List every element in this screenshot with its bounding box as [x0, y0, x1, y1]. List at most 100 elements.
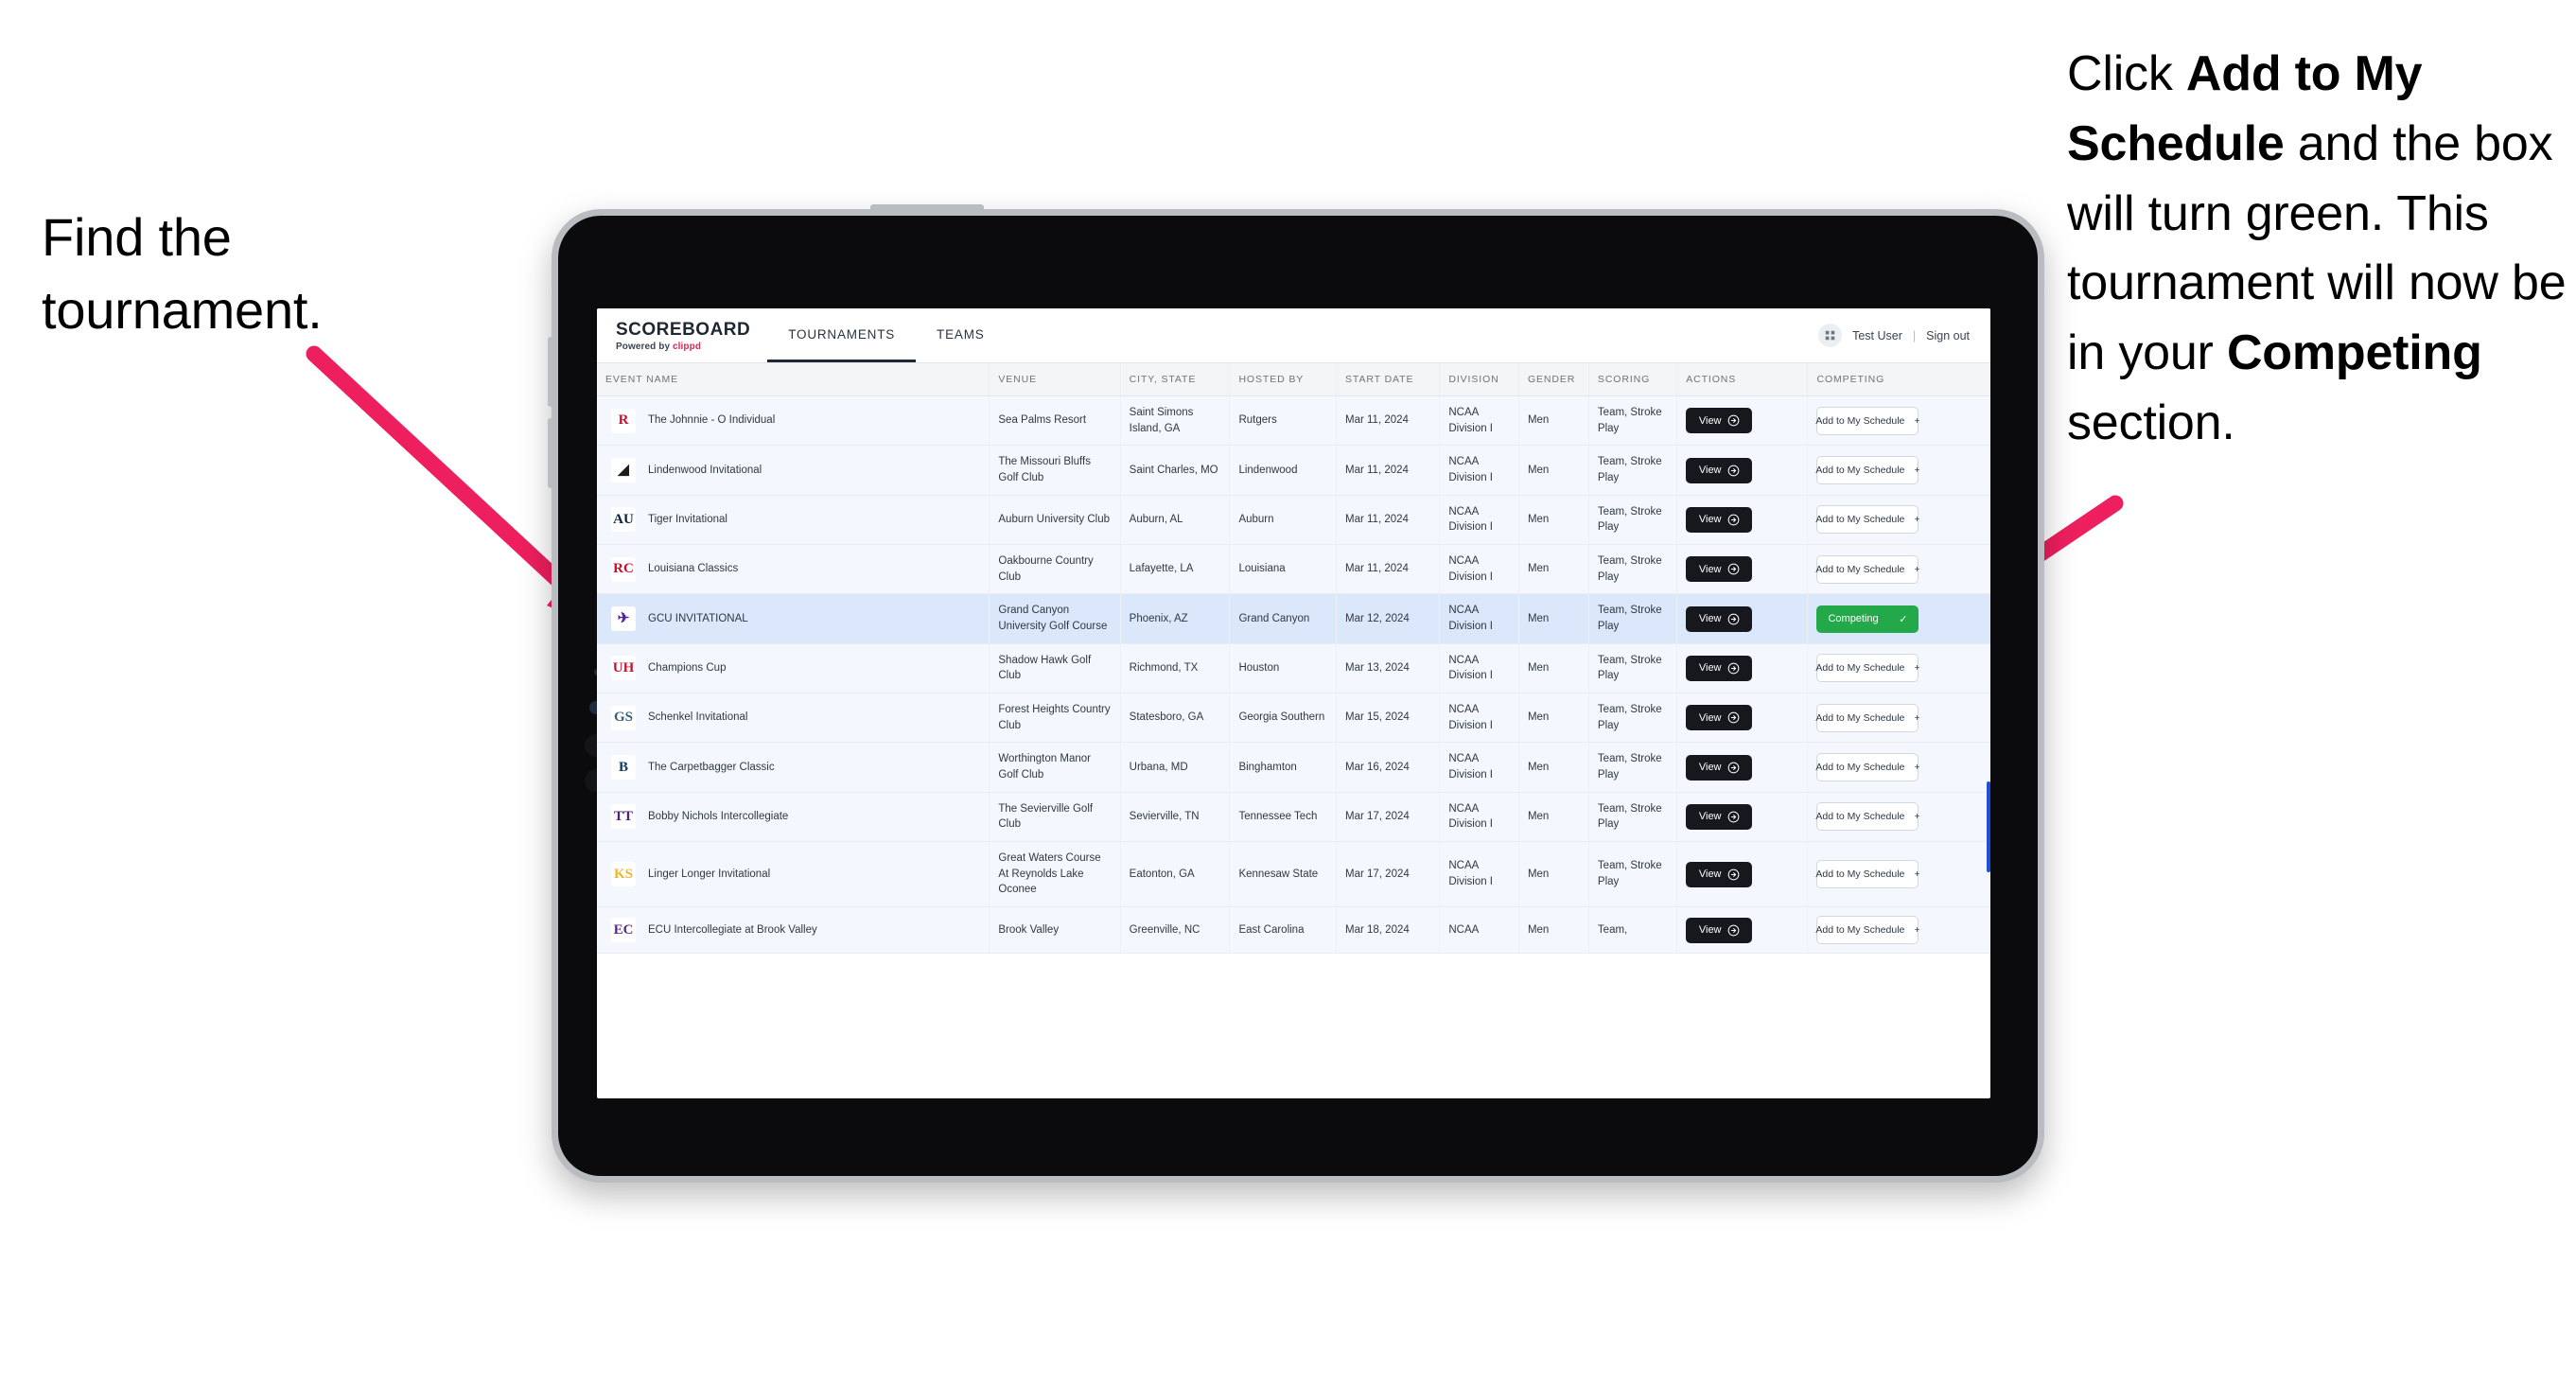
volume-up-button[interactable]: [548, 337, 553, 407]
column-header-competing[interactable]: COMPETING: [1807, 363, 1990, 396]
cell-event-name: ◢ Lindenwood Invitational: [597, 445, 990, 496]
add-to-my-schedule-label: Add to My Schedule: [1815, 868, 1905, 881]
cell-scoring: Team, Stroke Play: [1588, 445, 1678, 496]
column-header-venue[interactable]: VENUE: [989, 363, 1121, 396]
view-button-label: View: [1698, 711, 1722, 724]
table-row[interactable]: EC ECU Intercollegiate at Brook Valley Bro…: [597, 906, 1990, 955]
team-logo-icon: R: [611, 408, 636, 433]
column-header-actions[interactable]: ACTIONS: [1676, 363, 1809, 396]
annotation-right-part-0: Click: [2067, 46, 2186, 101]
cell-start-date: Mar 15, 2024: [1336, 693, 1441, 744]
arrow-right-circle-icon: [1727, 711, 1739, 724]
cell-competing: Add to My Schedule +: [1807, 643, 1990, 694]
plus-icon: +: [1914, 762, 1920, 774]
view-button[interactable]: View: [1686, 556, 1753, 583]
tab-teams[interactable]: TEAMS: [916, 308, 1006, 362]
app-viewport: SCOREBOARD Powered by clippd TOURNAMENTS…: [597, 308, 1990, 1098]
plus-icon: +: [1914, 924, 1920, 937]
view-button[interactable]: View: [1686, 754, 1753, 781]
add-to-my-schedule-button[interactable]: Add to My Schedule +: [1815, 456, 1920, 485]
cell-gender: Men: [1518, 792, 1589, 843]
cell-venue: Shadow Hawk Golf Club: [989, 643, 1121, 694]
cell-hosted-by: Tennessee Tech: [1229, 792, 1337, 843]
add-to-my-schedule-button[interactable]: Add to My Schedule +: [1815, 406, 1920, 435]
cell-venue: Auburn University Club: [989, 495, 1121, 546]
column-header-event-name[interactable]: EVENT NAME: [597, 363, 990, 396]
column-header-gender[interactable]: GENDER: [1518, 363, 1589, 396]
add-to-my-schedule-button[interactable]: Add to My Schedule +: [1815, 753, 1920, 782]
cell-actions: View: [1676, 742, 1809, 793]
column-header-hosted-by[interactable]: HOSTED BY: [1229, 363, 1337, 396]
add-to-my-schedule-button[interactable]: Add to My Schedule +: [1815, 860, 1920, 889]
add-to-my-schedule-button[interactable]: Add to My Schedule +: [1815, 654, 1920, 683]
view-button[interactable]: View: [1686, 506, 1753, 533]
grid-icon[interactable]: [1818, 324, 1843, 347]
view-button[interactable]: View: [1686, 605, 1753, 632]
add-to-my-schedule-button[interactable]: Add to My Schedule +: [1815, 916, 1920, 945]
cell-actions: View: [1676, 792, 1809, 843]
tab-tournaments[interactable]: TOURNAMENTS: [767, 308, 917, 362]
table-row[interactable]: GS Schenkel Invitational Forest Heights Co…: [597, 693, 1990, 744]
competing-badge-button[interactable]: Competing ✓: [1816, 605, 1919, 633]
table-row[interactable]: ✈ GCU INVITATIONAL Grand Canyon University…: [597, 593, 1990, 644]
cell-actions: View: [1676, 544, 1809, 595]
plus-icon: +: [1914, 868, 1920, 881]
cell-division: NCAA Division I: [1439, 445, 1519, 496]
column-header-start-date[interactable]: START DATE: [1336, 363, 1441, 396]
cell-competing: Add to My Schedule +: [1807, 906, 1990, 955]
vertical-scrollbar[interactable]: [1987, 781, 1990, 872]
cell-hosted-by: Kennesaw State: [1229, 841, 1337, 908]
table-row[interactable]: RC Louisiana Classics Oakbourne Country Cl…: [597, 544, 1990, 595]
event-name-label: Louisiana Classics: [648, 563, 739, 575]
cell-city-state: Phoenix, AZ: [1120, 593, 1231, 644]
add-to-my-schedule-button[interactable]: Add to My Schedule +: [1815, 554, 1920, 584]
plus-icon: +: [1914, 711, 1920, 724]
view-button[interactable]: View: [1686, 803, 1753, 830]
add-to-my-schedule-button[interactable]: Add to My Schedule +: [1815, 505, 1920, 535]
table-row[interactable]: ◢ Lindenwood Invitational The Missouri Blu…: [597, 445, 1990, 496]
cell-start-date: Mar 11, 2024: [1336, 445, 1441, 496]
cell-start-date: Mar 17, 2024: [1336, 792, 1441, 843]
cell-venue: Brook Valley: [989, 906, 1121, 955]
cell-event-name: R The Johnnie - O Individual: [597, 395, 990, 447]
cell-start-date: Mar 12, 2024: [1336, 593, 1441, 644]
annotation-right-part-3: Competing: [2226, 325, 2482, 381]
team-logo-icon: KS: [611, 862, 636, 887]
cell-start-date: Mar 11, 2024: [1336, 495, 1441, 546]
cell-event-name: RC Louisiana Classics: [597, 544, 990, 595]
cell-city-state: Richmond, TX: [1120, 643, 1231, 694]
view-button[interactable]: View: [1686, 457, 1753, 483]
view-button[interactable]: View: [1686, 655, 1753, 681]
column-header-scoring[interactable]: SCORING: [1588, 363, 1678, 396]
view-button-label: View: [1698, 514, 1722, 526]
event-name-label: Linger Longer Invitational: [648, 868, 771, 880]
competing-label: Competing: [1828, 613, 1879, 625]
table-row[interactable]: R The Johnnie - O Individual Sea Palms Res…: [597, 395, 1990, 447]
cell-gender: Men: [1518, 643, 1589, 694]
table-row[interactable]: UH Champions Cup Shadow Hawk Golf Club Rich…: [597, 643, 1990, 694]
table-row[interactable]: AU Tiger Invitational Auburn University Cl…: [597, 495, 1990, 546]
cell-division: NCAA Division I: [1439, 495, 1519, 546]
sign-out-link[interactable]: Sign out: [1926, 329, 1970, 342]
volume-down-button[interactable]: [548, 418, 553, 488]
event-name-label: Tiger Invitational: [648, 514, 727, 526]
view-button[interactable]: View: [1686, 705, 1753, 731]
cell-venue: Oakbourne Country Club: [989, 544, 1121, 595]
brand-logo[interactable]: SCOREBOARD Powered by clippd: [597, 308, 767, 362]
add-to-my-schedule-button[interactable]: Add to My Schedule +: [1815, 802, 1920, 832]
cell-start-date: Mar 11, 2024: [1336, 544, 1441, 595]
column-header-city-state[interactable]: CITY, STATE: [1120, 363, 1231, 396]
view-button[interactable]: View: [1686, 408, 1753, 434]
plus-icon: +: [1914, 514, 1920, 526]
power-button[interactable]: [870, 204, 984, 211]
table-row[interactable]: B The Carpetbagger Classic Worthington Man…: [597, 742, 1990, 793]
column-header-division[interactable]: DIVISION: [1439, 363, 1519, 396]
table-row[interactable]: TT Bobby Nichols Intercollegiate The Sevie…: [597, 792, 1990, 843]
table-row[interactable]: KS Linger Longer Invitational Great Waters…: [597, 841, 1990, 908]
event-name-label: The Johnnie - O Individual: [648, 414, 776, 427]
view-button[interactable]: View: [1686, 917, 1753, 943]
add-to-my-schedule-label: Add to My Schedule: [1815, 711, 1905, 724]
add-to-my-schedule-label: Add to My Schedule: [1815, 762, 1905, 774]
view-button[interactable]: View: [1686, 861, 1753, 887]
add-to-my-schedule-button[interactable]: Add to My Schedule +: [1815, 703, 1920, 732]
